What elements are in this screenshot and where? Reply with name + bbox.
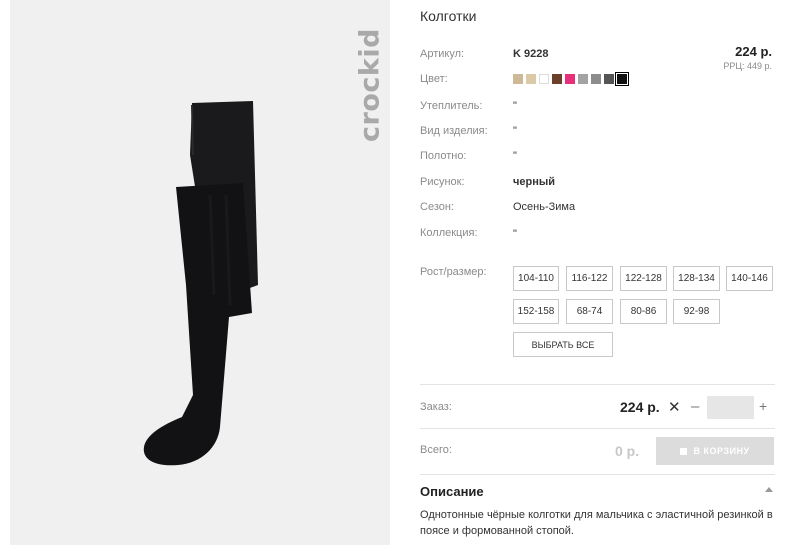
size-option[interactable]: 104-110 bbox=[513, 266, 559, 291]
description-text: Однотонные чёрные колготки для мальчика … bbox=[420, 509, 773, 537]
brand-logo: crockid bbox=[350, 12, 390, 157]
attr-value-pattern: черный bbox=[513, 176, 556, 188]
attr-value-insulation: " bbox=[513, 100, 517, 112]
attr-label-pattern: Рисунок: bbox=[420, 176, 465, 188]
description-heading[interactable]: Описание bbox=[420, 484, 484, 499]
size-option[interactable]: 80-86 bbox=[620, 299, 667, 324]
size-option[interactable]: 92-98 bbox=[673, 299, 720, 324]
size-option[interactable]: 140-146 bbox=[726, 266, 773, 291]
color-swatch[interactable] bbox=[526, 74, 536, 84]
size-option[interactable]: 128-134 bbox=[673, 266, 720, 291]
cart-icon bbox=[680, 447, 688, 455]
add-to-cart-button[interactable]: В КОРЗИНУ bbox=[656, 437, 774, 465]
attr-label-article: Артикул: bbox=[420, 48, 465, 60]
attr-label-product-type: Вид изделия: bbox=[420, 125, 488, 137]
color-swatch[interactable] bbox=[615, 72, 629, 86]
product-photo[interactable]: crockid bbox=[10, 0, 390, 545]
size-label: Рост/размер: bbox=[420, 266, 487, 278]
attr-label-insulation: Утеплитель: bbox=[420, 100, 483, 112]
attr-label-fabric: Полотно: bbox=[420, 150, 467, 162]
attr-value-product-type: " bbox=[513, 125, 517, 137]
color-swatch[interactable] bbox=[539, 74, 549, 84]
select-all-sizes-button[interactable]: ВЫБРАТЬ ВСЕ bbox=[513, 332, 613, 357]
color-swatch[interactable] bbox=[565, 74, 575, 84]
multiply-icon: ✕ bbox=[668, 399, 681, 416]
increase-quantity-button[interactable]: + bbox=[759, 398, 767, 414]
color-swatch[interactable] bbox=[604, 74, 614, 84]
product-price: 224 р. bbox=[735, 44, 772, 59]
size-option[interactable]: 116-122 bbox=[566, 266, 613, 291]
attr-value-fabric: " bbox=[513, 150, 517, 162]
attr-label-collection: Коллекция: bbox=[420, 227, 478, 239]
recommended-price: РРЦ: 449 р. bbox=[723, 61, 772, 71]
color-swatch[interactable] bbox=[578, 74, 588, 84]
decrease-quantity-button[interactable]: – bbox=[691, 398, 699, 415]
quantity-input[interactable] bbox=[707, 396, 754, 419]
order-label: Заказ: bbox=[420, 401, 452, 413]
attr-value-article: K 9228 bbox=[513, 48, 549, 60]
attr-value-collection: " bbox=[513, 228, 517, 240]
attr-label-color: Цвет: bbox=[420, 73, 448, 85]
size-option[interactable]: 122-128 bbox=[620, 266, 667, 291]
add-to-cart-label: В КОРЗИНУ bbox=[693, 446, 750, 456]
brand-logo-text: crockid bbox=[354, 27, 386, 142]
total-label: Всего: bbox=[420, 444, 452, 456]
tights-image bbox=[143, 101, 258, 466]
chevron-up-icon[interactable] bbox=[765, 487, 773, 492]
color-swatch[interactable] bbox=[513, 74, 523, 84]
divider bbox=[420, 474, 775, 475]
color-swatch[interactable] bbox=[552, 74, 562, 84]
attr-value-season: Осень-Зима bbox=[513, 201, 576, 213]
total-value: 0 р. bbox=[615, 443, 640, 459]
divider bbox=[420, 384, 775, 385]
color-swatch[interactable] bbox=[591, 74, 601, 84]
order-price: 224 р. bbox=[620, 399, 660, 415]
color-swatches bbox=[513, 72, 629, 86]
divider bbox=[420, 428, 775, 429]
size-option[interactable]: 152-158 bbox=[513, 299, 559, 324]
size-option[interactable]: 68-74 bbox=[566, 299, 613, 324]
attr-label-season: Сезон: bbox=[420, 201, 454, 213]
product-title: Колготки bbox=[420, 8, 477, 24]
